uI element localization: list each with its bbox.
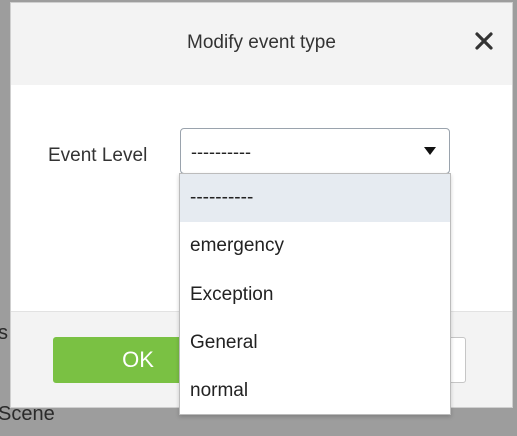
dropdown-option-exception[interactable]: Exception <box>180 271 450 319</box>
dropdown-option-normal[interactable]: normal <box>180 367 450 415</box>
event-level-label: Event Level <box>48 145 148 166</box>
event-level-select[interactable]: ---------- <box>180 128 450 174</box>
dropdown-option-emergency[interactable]: emergency <box>180 222 450 270</box>
caret-down-icon <box>424 147 436 155</box>
background-text-fragment: s <box>0 322 8 344</box>
dialog-header: Modify event type <box>11 3 512 86</box>
dropdown-option-placeholder[interactable]: ---------- <box>180 174 450 222</box>
dialog-title: Modify event type <box>187 32 336 53</box>
event-level-dropdown-list: ---------- emergency Exception General n… <box>179 173 451 415</box>
dropdown-option-general[interactable]: General <box>180 319 450 367</box>
close-button[interactable] <box>472 29 496 53</box>
event-level-selected-value: ---------- <box>191 142 251 162</box>
close-icon <box>475 32 493 50</box>
